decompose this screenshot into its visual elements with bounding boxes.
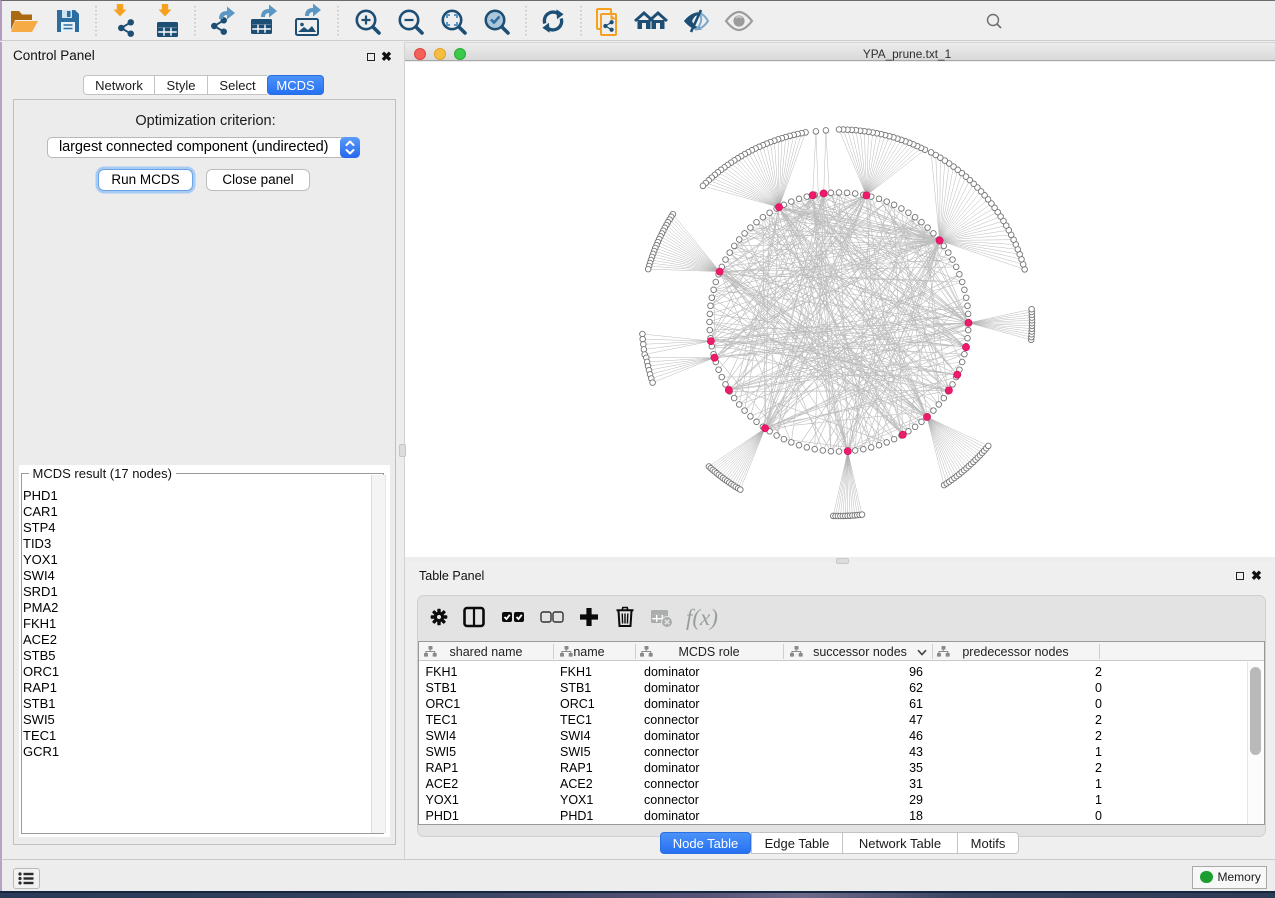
svg-text:f(x): f(x) [686,605,718,630]
